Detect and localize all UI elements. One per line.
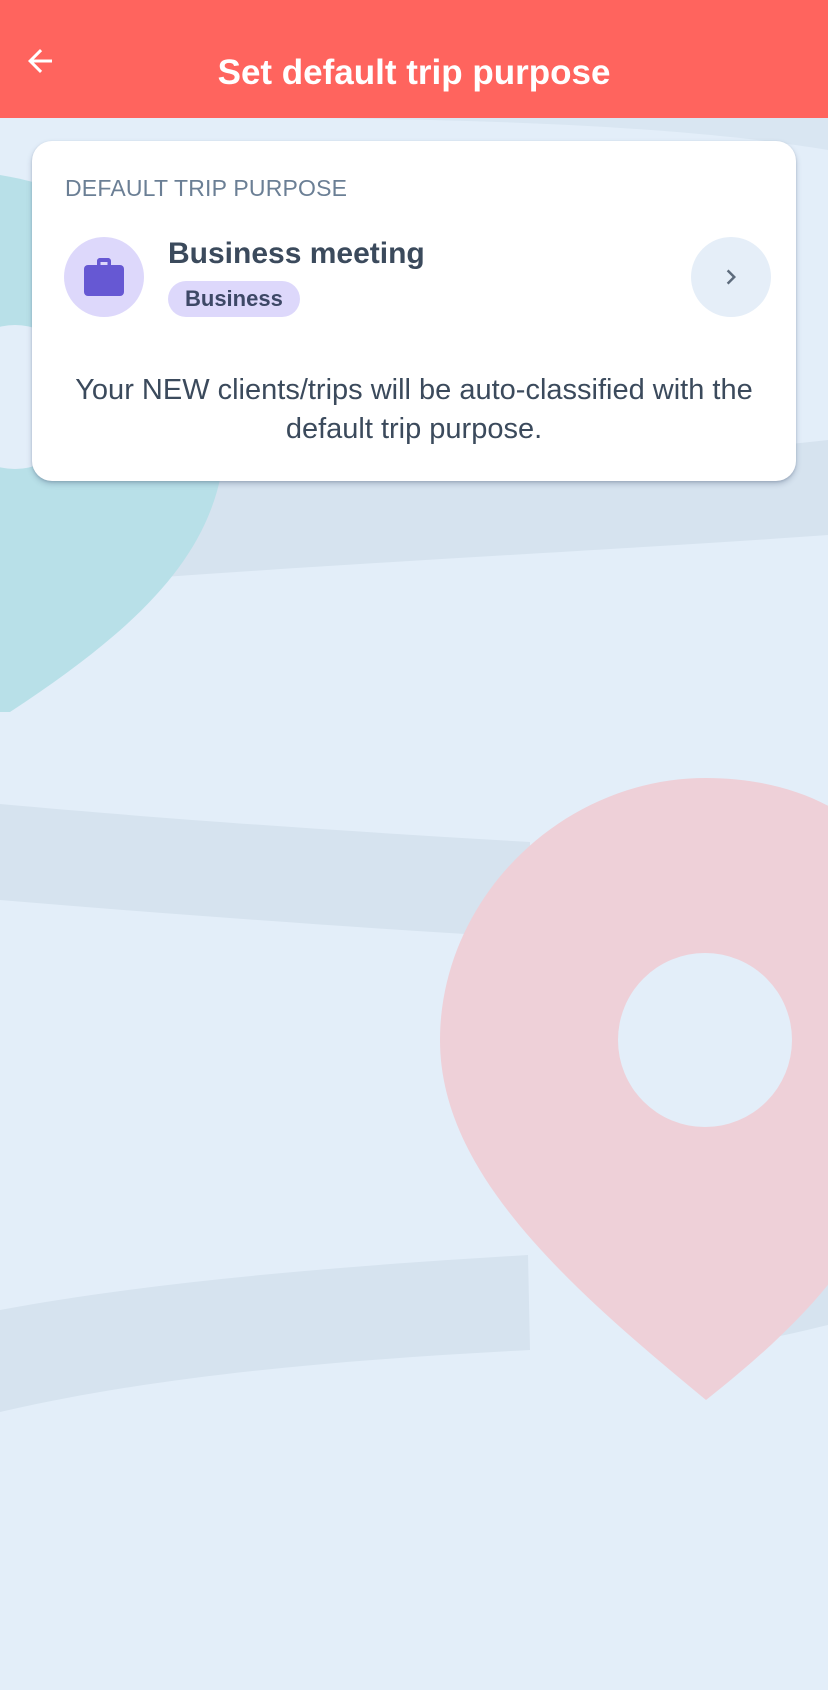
- trip-purpose-selector[interactable]: Business meeting Business: [32, 231, 796, 331]
- category-badge: Business: [168, 281, 300, 317]
- map-pin-pink-hole: [618, 953, 792, 1127]
- description-text: Your NEW clients/trips will be auto-clas…: [75, 374, 753, 445]
- chevron-right-icon: [726, 269, 736, 285]
- change-purpose-button[interactable]: [691, 237, 771, 317]
- app-bar: Set default trip purpose: [0, 0, 828, 118]
- purpose-name: Business meeting: [168, 237, 425, 270]
- section-label: DEFAULT TRIP PURPOSE: [65, 175, 348, 201]
- arrow-left-icon: [28, 49, 52, 73]
- purpose-avatar: [64, 237, 144, 317]
- briefcase-icon: [84, 258, 124, 296]
- back-button[interactable]: [14, 35, 66, 87]
- page-title: Set default trip purpose: [217, 53, 611, 92]
- default-trip-purpose-card: DEFAULT TRIP PURPOSE Business meeting Bu…: [32, 141, 796, 481]
